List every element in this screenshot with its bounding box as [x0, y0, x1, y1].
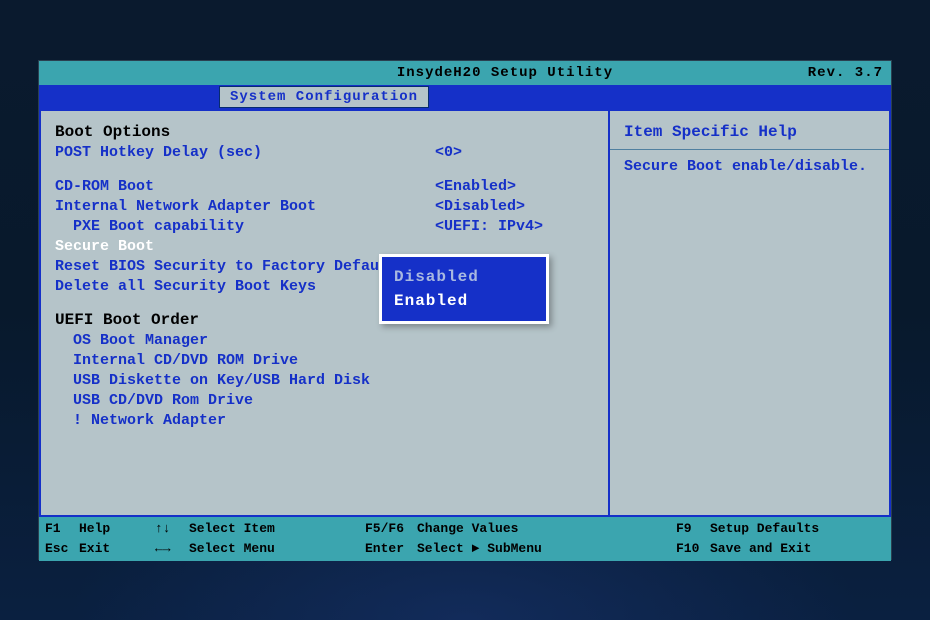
post-hotkey-row[interactable]: POST Hotkey Delay (sec) <0>	[55, 143, 594, 163]
network-boot-label: Internal Network Adapter Boot	[55, 197, 435, 217]
reset-bios-label: Reset BIOS Security to Factory Defau	[55, 257, 435, 277]
tab-bar: System Configuration	[39, 85, 891, 109]
utility-title: InsydeH20 Setup Utility	[247, 65, 763, 81]
help-text: Secure Boot enable/disable.	[624, 158, 875, 175]
network-boot-value: <Disabled>	[435, 197, 525, 217]
uefi-item-label: USB CD/DVD Rom Drive	[55, 391, 435, 411]
cdrom-boot-value: <Enabled>	[435, 177, 516, 197]
network-boot-row[interactable]: Internal Network Adapter Boot <Disabled>	[55, 197, 594, 217]
footer-leftright: ←→Select Menu	[155, 539, 353, 559]
bios-setup-window: InsydeH20 Setup Utility Rev. 3.7 System …	[38, 60, 892, 560]
footer-f9: F9Setup Defaults	[676, 519, 878, 539]
pxe-boot-row[interactable]: PXE Boot capability <UEFI: IPv4>	[55, 217, 594, 237]
main-content: Boot Options POST Hotkey Delay (sec) <0>…	[39, 109, 891, 517]
post-hotkey-label: POST Hotkey Delay (sec)	[55, 143, 435, 163]
footer-f5f6: F5/F6Change Values	[365, 519, 618, 539]
uefi-item-4[interactable]: ! Network Adapter	[55, 411, 594, 431]
tab-system-configuration[interactable]: System Configuration	[219, 86, 429, 108]
boot-options-heading: Boot Options	[55, 123, 594, 141]
footer-f10: F10Save and Exit	[676, 539, 878, 559]
help-divider	[610, 149, 889, 150]
uefi-item-label: OS Boot Manager	[55, 331, 435, 351]
footer-esc: EscExit	[45, 539, 143, 559]
header-bar: InsydeH20 Setup Utility Rev. 3.7	[39, 61, 891, 85]
uefi-item-0[interactable]: OS Boot Manager	[55, 331, 594, 351]
footer-updown: ↑↓Select Item	[155, 519, 353, 539]
settings-panel: Boot Options POST Hotkey Delay (sec) <0>…	[39, 109, 609, 517]
footer-bar: F1Help EscExit ↑↓Select Item ←→Select Me…	[39, 517, 891, 561]
secure-boot-label: Secure Boot	[55, 237, 435, 257]
footer-f1: F1Help	[45, 519, 143, 539]
uefi-item-2[interactable]: USB Diskette on Key/USB Hard Disk	[55, 371, 594, 391]
pxe-boot-value: <UEFI: IPv4>	[435, 217, 543, 237]
help-panel: Item Specific Help Secure Boot enable/di…	[609, 109, 891, 517]
uefi-item-label: Internal CD/DVD ROM Drive	[55, 351, 435, 371]
delete-keys-label: Delete all Security Boot Keys	[55, 277, 435, 297]
uefi-item-label: USB Diskette on Key/USB Hard Disk	[55, 371, 435, 391]
help-title: Item Specific Help	[624, 123, 875, 141]
uefi-item-1[interactable]: Internal CD/DVD ROM Drive	[55, 351, 594, 371]
cdrom-boot-row[interactable]: CD-ROM Boot <Enabled>	[55, 177, 594, 197]
post-hotkey-value: <0>	[435, 143, 462, 163]
secure-boot-popup: Disabled Enabled	[379, 254, 549, 324]
uefi-item-label: ! Network Adapter	[55, 411, 435, 431]
popup-option-disabled[interactable]: Disabled	[394, 265, 534, 289]
cdrom-boot-label: CD-ROM Boot	[55, 177, 435, 197]
popup-option-enabled[interactable]: Enabled	[394, 289, 534, 313]
pxe-boot-label: PXE Boot capability	[55, 217, 435, 237]
revision-label: Rev. 3.7	[763, 65, 883, 81]
uefi-item-3[interactable]: USB CD/DVD Rom Drive	[55, 391, 594, 411]
footer-enter: EnterSelect ► SubMenu	[365, 539, 618, 559]
